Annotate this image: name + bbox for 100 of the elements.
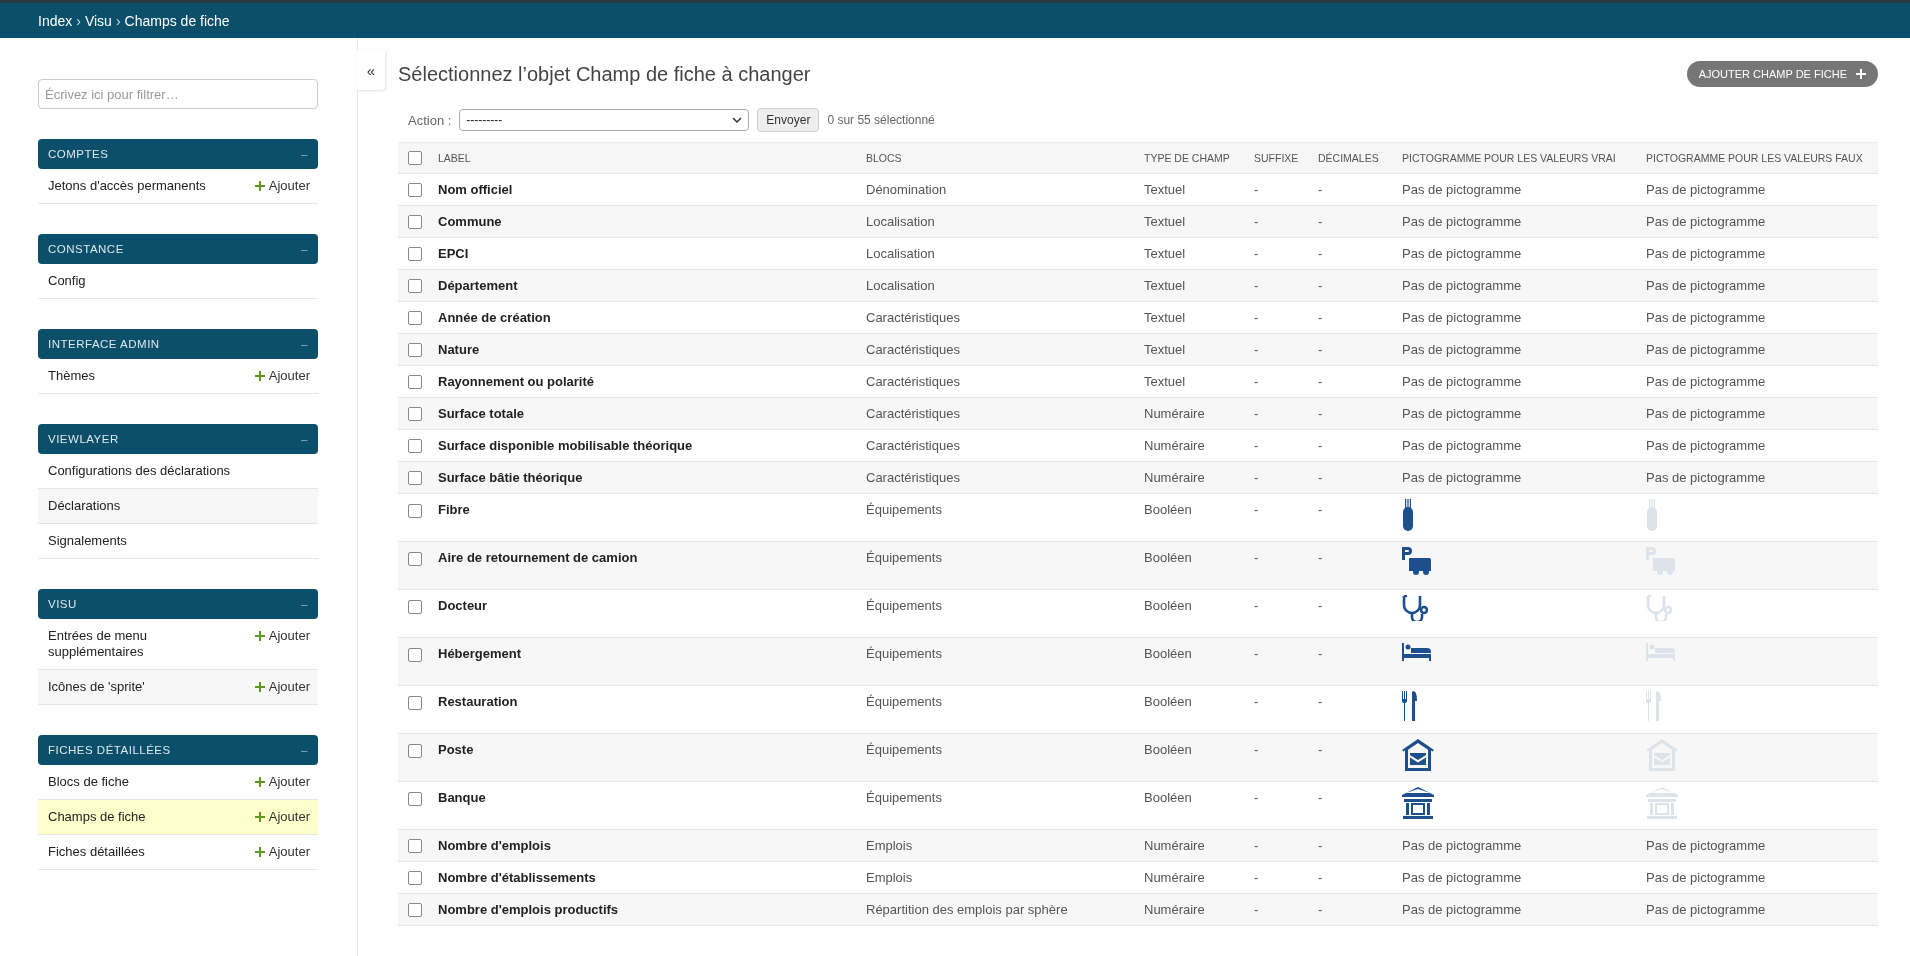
add-link[interactable]: Ajouter [254,178,310,194]
action-select[interactable]: --------- [459,109,750,131]
label-link[interactable]: Fibre [438,502,470,517]
row-checkbox[interactable] [408,215,422,230]
row-checkbox[interactable] [408,407,422,422]
row-checkbox[interactable] [408,343,422,358]
label-link[interactable]: Hébergement [438,646,522,661]
row-checkbox[interactable] [408,743,422,758]
plus-icon [254,812,265,822]
collapse-toggle[interactable]: – [301,598,308,610]
table-cell: - [1254,902,1259,917]
add-link[interactable]: Ajouter [254,628,310,644]
row-checkbox[interactable] [408,439,422,454]
column-header[interactable]: PICTOGRAMME POUR LES VALEURS VRAI [1394,142,1638,174]
column-header[interactable]: PICTOGRAMME POUR LES VALEURS FAUX [1638,142,1878,174]
sidebar-link[interactable]: Icônes de 'sprite' [48,679,145,695]
submit-button[interactable]: Envoyer [757,108,820,132]
sidebar-link[interactable]: Champs de fiche [48,809,146,825]
select-all-checkbox[interactable] [408,151,422,166]
row-checkbox[interactable] [408,183,422,198]
sidebar-link[interactable]: Configurations des déclarations [48,463,231,479]
table-cell: - [1318,550,1323,565]
label-link[interactable]: Restauration [438,694,518,709]
table-cell: Localisation [866,278,935,293]
column-header[interactable]: DÉCIMALES [1310,142,1394,174]
column-header[interactable]: LABEL [430,142,858,174]
label-link[interactable]: Rayonnement ou polarité [438,374,595,389]
add-link[interactable]: Ajouter [254,809,310,825]
table-cell: Emplois [866,838,913,853]
add-link[interactable]: Ajouter [254,844,310,860]
row-checkbox[interactable] [408,471,422,486]
table-cell: - [1254,342,1259,357]
breadcrumb-link[interactable]: Visu [84,12,112,29]
row-checkbox[interactable] [408,647,422,662]
row-checkbox[interactable] [408,791,422,806]
label-link[interactable]: EPCI [438,246,469,261]
column-header[interactable]: BLOCS [858,142,1136,174]
row-checkbox[interactable] [408,311,422,326]
filter-field[interactable]: Écrivez ici pour filtrer… [38,79,318,109]
label-link[interactable]: Surface totale [438,406,524,421]
table-cell: - [1254,790,1259,805]
add-link[interactable]: Ajouter [254,679,310,695]
column-header[interactable]: SUFFIXE [1246,142,1310,174]
row-checkbox[interactable] [408,279,422,294]
label-link[interactable]: Nature [438,342,480,357]
add-link[interactable]: Ajouter [254,368,310,384]
label-link[interactable]: Nom officiel [438,182,513,197]
sidebar-toggle-button[interactable]: « [357,50,385,90]
cable-icon [1646,499,1658,531]
row-checkbox[interactable] [408,871,422,886]
label-link[interactable]: Docteur [438,598,488,613]
table-cell: Pas de pictogramme [1646,310,1766,325]
row-checkbox[interactable] [408,839,422,854]
sidebar-link[interactable]: Entrées de menu supplémentaires [48,628,238,660]
row-checkbox[interactable] [408,551,422,566]
sidebar-link[interactable]: Blocs de fiche [48,774,129,790]
collapse-toggle[interactable]: – [301,243,308,255]
table-cell: Pas de pictogramme [1646,870,1766,885]
label-link[interactable]: Année de création [438,310,551,325]
bank-icon [1402,787,1434,819]
sidebar-link[interactable]: Thèmes [48,368,95,384]
plus-icon [1856,69,1866,79]
label-link[interactable]: Commune [438,214,502,229]
row-checkbox[interactable] [408,247,422,262]
label-link[interactable]: Nombre d'établissements [438,870,596,885]
add-link[interactable]: Ajouter [254,774,310,790]
row-checkbox[interactable] [408,695,422,710]
label-link[interactable]: Nombre d'emplois [438,838,551,853]
label-link[interactable]: Aire de retournement de camion [438,550,638,565]
row-checkbox[interactable] [408,503,422,518]
label-link[interactable]: Surface bâtie théorique [438,470,583,485]
table-cell: - [1318,374,1323,389]
plus-icon [254,847,265,857]
sidebar-link[interactable]: Déclarations [48,498,121,514]
table-cell: Équipements [866,742,942,757]
sidebar-link[interactable]: Signalements [48,533,127,549]
row-checkbox[interactable] [408,903,422,918]
collapse-toggle[interactable]: – [301,148,308,160]
row-checkbox[interactable] [408,375,422,390]
sidebar-link[interactable]: Jetons d'accès permanents [48,178,206,194]
collapse-toggle[interactable]: – [301,744,308,756]
table-cell: Localisation [866,214,935,229]
label-link[interactable]: Surface disponible mobilisable théorique [438,438,693,453]
sidebar-link[interactable]: Config [48,273,86,289]
cable-icon [1402,499,1414,531]
label-link[interactable]: Département [438,278,518,293]
label-link[interactable]: Poste [438,742,474,757]
add-button[interactable]: AJOUTER CHAMP DE FICHE [1686,61,1878,87]
breadcrumb-link[interactable]: Index [38,12,73,29]
label-link[interactable]: Nombre d'emplois productifs [438,902,619,917]
breadcrumb-link[interactable]: Champs de fiche [124,12,230,29]
table-cell: - [1318,598,1323,613]
collapse-toggle[interactable]: – [301,338,308,350]
column-header[interactable]: TYPE DE CHAMP [1136,142,1246,174]
label-link[interactable]: Banque [438,790,486,805]
table-cell: Pas de pictogramme [1402,838,1522,853]
sidebar-link[interactable]: Fiches détaillées [48,844,145,860]
row-checkbox[interactable] [408,599,422,614]
breadcrumb-separator: › [115,12,121,29]
collapse-toggle[interactable]: – [301,433,308,445]
